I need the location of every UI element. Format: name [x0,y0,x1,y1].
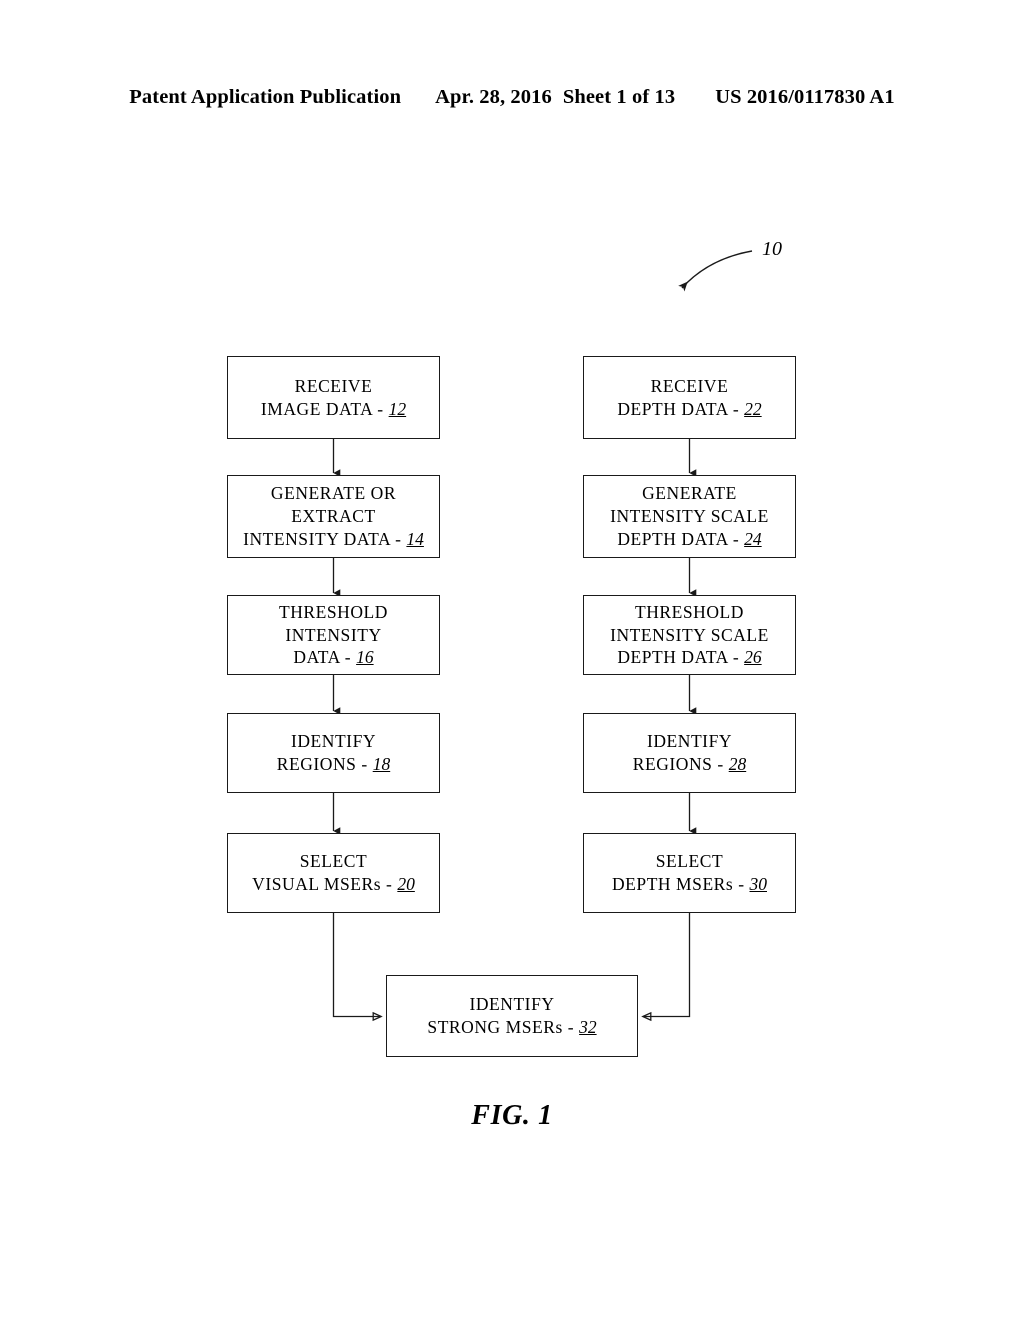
flowchart-figure: 10 RECEIVE IMAGE DATA - 12 GENERATE OR E… [0,0,1024,1320]
flow-box-line-text: DEPTH DATA - [617,647,745,668]
flow-box-line: RECEIVE [650,375,729,396]
flow-box-identify-regions-visual[interactable]: IDENTIFY REGIONS - 18 [227,713,440,793]
callout-leader-line [678,250,753,292]
flow-box-line: GENERATE [642,483,737,504]
flow-box-line: DEPTH DATA - 26 [617,646,761,669]
flow-box-line: INTENSITY DATA - 14 [243,528,424,551]
flow-box-reference-number: 28 [728,754,747,774]
flow-box-select-depth-msers[interactable]: SELECT DEPTH MSERs - 30 [583,833,796,913]
flow-box-line: RECEIVE [294,375,373,396]
flow-box-line: THRESHOLD [635,601,744,622]
flow-box-line-text: IMAGE DATA - [260,398,389,419]
flow-box-reference-number: 30 [749,874,768,894]
flow-box-line: GENERATE OR [270,483,397,504]
flow-box-line: THRESHOLD [279,601,388,622]
flow-box-line: INTENSITY SCALE [610,624,769,645]
flow-box-generate-extract-intensity-data[interactable]: GENERATE OR EXTRACT INTENSITY DATA - 14 [227,475,440,558]
flow-box-line-text: VISUAL MSERs - [252,874,398,894]
flow-box-line: IMAGE DATA - 12 [261,398,406,421]
flow-box-line-text: DEPTH MSERs - [611,874,750,894]
flow-box-reference-number: 24 [744,528,762,549]
flow-box-line-text: DEPTH DATA - [617,528,745,549]
flow-box-line-text: REGIONS - [632,754,729,774]
flow-box-threshold-intensity-scale-depth-data[interactable]: THRESHOLD INTENSITY SCALE DEPTH DATA - 2… [583,595,796,675]
flow-box-reference-number: 20 [397,874,415,894]
flow-box-line: DEPTH MSERs - 30 [612,873,767,896]
flow-box-line: EXTRACT [291,506,376,527]
flow-box-line-text: DEPTH DATA - [617,398,745,419]
flow-box-generate-intensity-scale-depth-data[interactable]: GENERATE INTENSITY SCALE DEPTH DATA - 24 [583,475,796,558]
flow-box-threshold-intensity-data[interactable]: THRESHOLD INTENSITY DATA - 16 [227,595,440,675]
flow-box-line: INTENSITY SCALE [610,506,769,527]
flow-box-line: IDENTIFY [290,731,377,752]
flow-box-line: SELECT [299,851,368,872]
flow-box-line-text: INTENSITY DATA - [243,528,407,549]
flow-box-line: SELECT [655,851,724,872]
flow-box-identify-strong-msers[interactable]: IDENTIFY STRONG MSERs - 32 [386,975,638,1057]
flow-box-reference-number: 32 [579,1017,597,1037]
callout-label-10: 10 [762,238,782,260]
flow-box-line: REGIONS - 28 [633,753,746,776]
flow-box-line: VISUAL MSERs - 20 [252,873,415,896]
flow-box-receive-image-data[interactable]: RECEIVE IMAGE DATA - 12 [227,356,440,439]
flow-box-line: IDENTIFY [469,994,555,1015]
flow-box-reference-number: 18 [372,754,391,774]
flow-box-reference-number: 22 [744,398,762,419]
flow-box-line: IDENTIFY [646,731,733,752]
flow-box-line-text: REGIONS - [276,754,373,774]
flow-box-line: STRONG MSERs - 32 [427,1016,596,1039]
flow-box-line: INTENSITY [285,624,382,645]
flow-box-select-visual-msers[interactable]: SELECT VISUAL MSERs - 20 [227,833,440,913]
flow-box-line: DEPTH DATA - 24 [617,528,761,551]
flow-box-reference-number: 26 [744,647,762,668]
flow-box-reference-number: 12 [388,398,407,419]
flow-box-line: REGIONS - 18 [277,753,390,776]
flow-box-line: DATA - 16 [293,646,373,669]
flow-box-reference-number: 16 [356,647,374,668]
flow-box-line-text: STRONG MSERs - [427,1017,580,1037]
flow-box-line-text: DATA - [293,647,357,668]
flow-box-line: DEPTH DATA - 22 [617,398,761,421]
flow-box-identify-regions-depth[interactable]: IDENTIFY REGIONS - 28 [583,713,796,793]
flow-box-receive-depth-data[interactable]: RECEIVE DEPTH DATA - 22 [583,356,796,439]
flow-box-reference-number: 14 [406,528,424,549]
figure-caption: FIG. 1 [471,1100,553,1131]
